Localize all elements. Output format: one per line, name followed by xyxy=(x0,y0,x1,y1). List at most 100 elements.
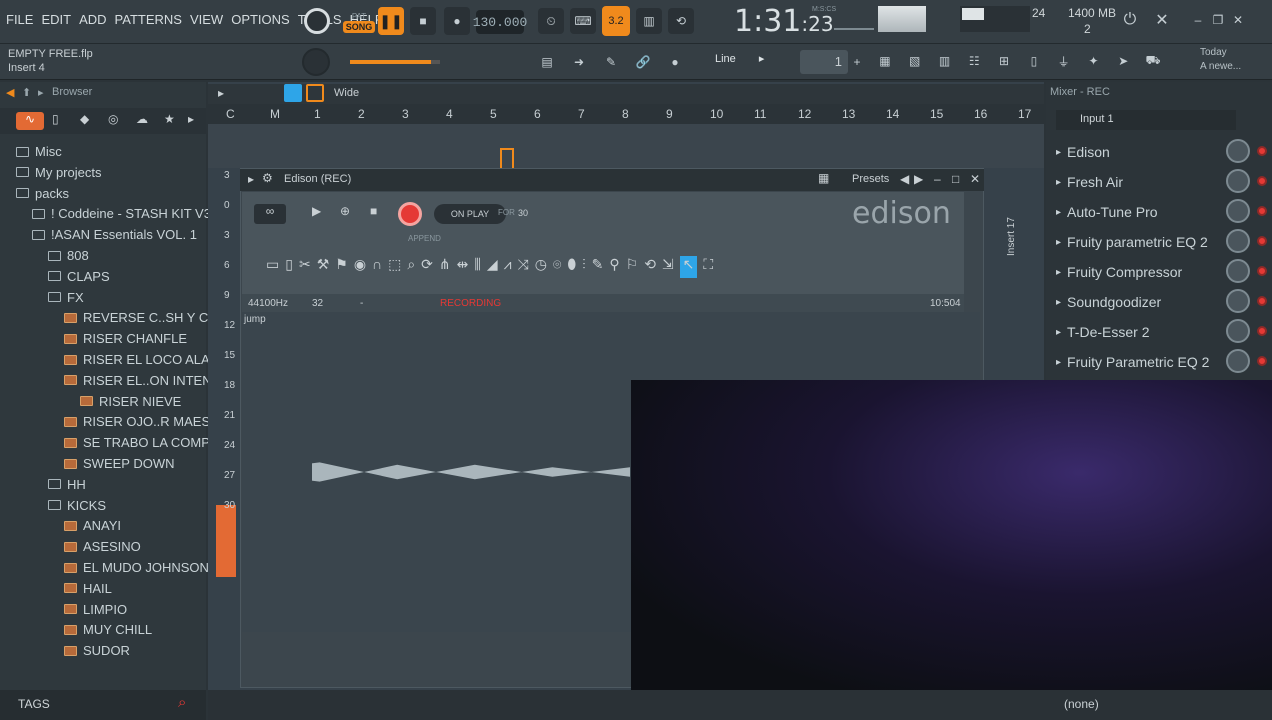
declick-icon[interactable]: ⋔ xyxy=(439,256,451,278)
doc-filter-icon[interactable]: ▯ xyxy=(52,112,59,126)
eq-icon[interactable]: ⫶ xyxy=(582,256,586,278)
mix-knob-icon[interactable] xyxy=(1226,199,1250,223)
browser-file[interactable]: ASESINO xyxy=(64,539,141,554)
browser-file[interactable]: RISER CHANFLE xyxy=(64,331,187,346)
metronome-button[interactable]: ⏲ xyxy=(538,8,564,34)
mic-icon[interactable]: ⌾ xyxy=(553,256,561,278)
browser-file[interactable]: LIMPIO xyxy=(64,602,127,617)
spectrum-icon[interactable]: ⫼ xyxy=(474,256,480,278)
mixer-slot[interactable]: ▸ Edison xyxy=(1056,138,1270,166)
export-icon[interactable]: ⇲ xyxy=(662,256,674,278)
tags-label[interactable]: TAGS xyxy=(18,697,50,711)
select-icon[interactable]: ⬚ xyxy=(388,256,401,278)
menu-edit[interactable]: EDIT xyxy=(41,12,71,27)
prev-preset-icon[interactable]: ◀ xyxy=(900,172,909,186)
close-icon[interactable]: ✕ xyxy=(970,172,980,186)
paste-icon[interactable]: ▯ xyxy=(285,256,293,278)
loop-record-button[interactable]: ⟲ xyxy=(668,8,694,34)
slot-enable-led[interactable] xyxy=(1257,266,1267,276)
scissors-icon[interactable]: ✂ xyxy=(299,256,311,278)
browser-file[interactable]: RISER EL LOCO ALAN xyxy=(64,352,219,367)
timeline-ruler[interactable]: C M 1 2 3 4 5 6 7 8 9 10 11 12 13 14 15 16 17 xyxy=(208,104,1044,124)
mix-knob-icon[interactable] xyxy=(1226,319,1250,343)
snap-selector[interactable]: Line ▸ xyxy=(715,52,775,70)
arrow-right-icon[interactable]: ▸ xyxy=(38,86,44,99)
slot-enable-led[interactable] xyxy=(1257,176,1267,186)
zoom-mode-label[interactable]: Wide xyxy=(334,87,359,99)
mix-knob-icon[interactable] xyxy=(1226,289,1250,313)
tempo-display[interactable]: 130.000 xyxy=(473,10,527,34)
clock-icon[interactable]: ◷ xyxy=(535,256,547,278)
browser-folder[interactable]: ! Coddeine - STASH KIT V3 ! xyxy=(32,206,218,221)
cloud-filter-icon[interactable]: ☁ xyxy=(136,112,148,126)
menu-options[interactable]: OPTIONS xyxy=(231,12,290,27)
append-toggle[interactable]: APPEND xyxy=(408,234,441,243)
piano-roll-window-button[interactable]: ▧ xyxy=(904,48,926,74)
browser-folder[interactable]: !ASAN Essentials VOL. 1 xyxy=(32,227,197,242)
drag-icon[interactable]: ↖ xyxy=(679,256,698,278)
presets-button[interactable]: Presets xyxy=(852,173,889,185)
menu-add[interactable]: ADD xyxy=(79,12,106,27)
add-pattern-button[interactable]: + xyxy=(848,50,866,74)
expand-icon[interactable]: ⛶ xyxy=(703,256,713,278)
plugin-db-button[interactable]: ⏚ xyxy=(1053,48,1075,74)
slot-enable-led[interactable] xyxy=(1257,236,1267,246)
globe-filter-icon[interactable]: ◎ xyxy=(108,112,118,126)
star-filter-icon[interactable]: ★ xyxy=(164,112,175,126)
mixer-button[interactable]: ☷ xyxy=(963,48,985,74)
stop-icon[interactable]: ■ xyxy=(370,204,377,218)
maximize-icon[interactable]: □ xyxy=(952,172,959,186)
drop-icon[interactable]: ⬮ xyxy=(567,256,576,278)
arrow-right-icon[interactable]: ▸ xyxy=(248,172,254,186)
mixer-slot[interactable]: ▸ Fruity Compressor xyxy=(1056,258,1270,286)
browser-folder[interactable]: CLAPS xyxy=(48,269,110,284)
menu-patterns[interactable]: PATTERNS xyxy=(115,12,182,27)
menu-view[interactable]: VIEW xyxy=(190,12,223,27)
flag-icon[interactable]: ⚐ xyxy=(626,256,639,278)
master-volume-slider[interactable] xyxy=(350,60,440,64)
playhead-marker[interactable] xyxy=(500,148,514,168)
browser-file[interactable]: RISER EL..ON INTENSO xyxy=(64,373,230,388)
slot-enable-led[interactable] xyxy=(1257,206,1267,216)
stop-button[interactable]: ■ xyxy=(410,7,436,35)
panic-button[interactable]: ⏻ xyxy=(1118,8,1142,32)
browser-folder[interactable]: FX xyxy=(48,290,84,305)
shop-button[interactable]: ⛟ xyxy=(1142,48,1164,74)
loop-icon[interactable]: ∞ xyxy=(254,204,286,224)
browser-button[interactable]: ▯ xyxy=(1023,48,1045,74)
link-button[interactable]: 🔗 xyxy=(630,50,656,74)
pattern-count-button[interactable]: 3.2 xyxy=(602,6,630,36)
slice-tool-icon[interactable] xyxy=(306,84,324,102)
playlist-button[interactable]: ▦ xyxy=(874,48,896,74)
marker-icon[interactable]: ⚑ xyxy=(335,256,348,278)
target-icon[interactable]: ⊕ xyxy=(340,204,350,218)
browser-file[interactable]: HAIL xyxy=(64,581,112,596)
waveform-filter-icon[interactable]: ∿ xyxy=(16,112,44,130)
up-icon[interactable]: ⬆ xyxy=(22,86,31,99)
arrow-tool-button[interactable]: ➜ xyxy=(566,50,592,74)
draw-tool-button[interactable]: ✎ xyxy=(598,50,624,74)
refresh-icon[interactable]: ⟲ xyxy=(644,256,656,278)
pattern-selector[interactable]: 1 xyxy=(800,50,848,74)
plugin-filter-icon[interactable]: ◆ xyxy=(80,112,89,126)
tools-button[interactable]: ✕ xyxy=(1150,8,1174,32)
eye-icon[interactable]: ◉ xyxy=(354,256,366,278)
for-value[interactable]: 30 xyxy=(518,208,528,218)
minimize-icon[interactable]: – xyxy=(934,172,941,186)
tools-menu-button[interactable]: ✦ xyxy=(1083,48,1105,74)
chevron-icon[interactable]: ▸ xyxy=(218,86,224,100)
mix-knob-icon[interactable] xyxy=(1226,169,1250,193)
stamp-button[interactable]: ● xyxy=(662,50,688,74)
mix-knob-icon[interactable] xyxy=(1226,259,1250,283)
grid-icon[interactable]: ▦ xyxy=(818,171,829,185)
menu-file[interactable]: FILE xyxy=(6,12,33,27)
brush-icon[interactable]: ✎ xyxy=(592,256,604,278)
next-preset-icon[interactable]: ▶ xyxy=(914,172,923,186)
mixer-slot[interactable]: ▸ Fresh Air xyxy=(1056,168,1270,196)
chevron-icon[interactable]: ◀ xyxy=(6,86,14,99)
loop-tool-icon[interactable]: ⟳ xyxy=(421,256,433,278)
channel-rack-button[interactable]: ▥ xyxy=(934,48,956,74)
mix-knob-icon[interactable] xyxy=(1226,229,1250,253)
step-edit-button[interactable]: ▥ xyxy=(636,8,662,34)
master-pitch-knob[interactable] xyxy=(302,48,330,76)
